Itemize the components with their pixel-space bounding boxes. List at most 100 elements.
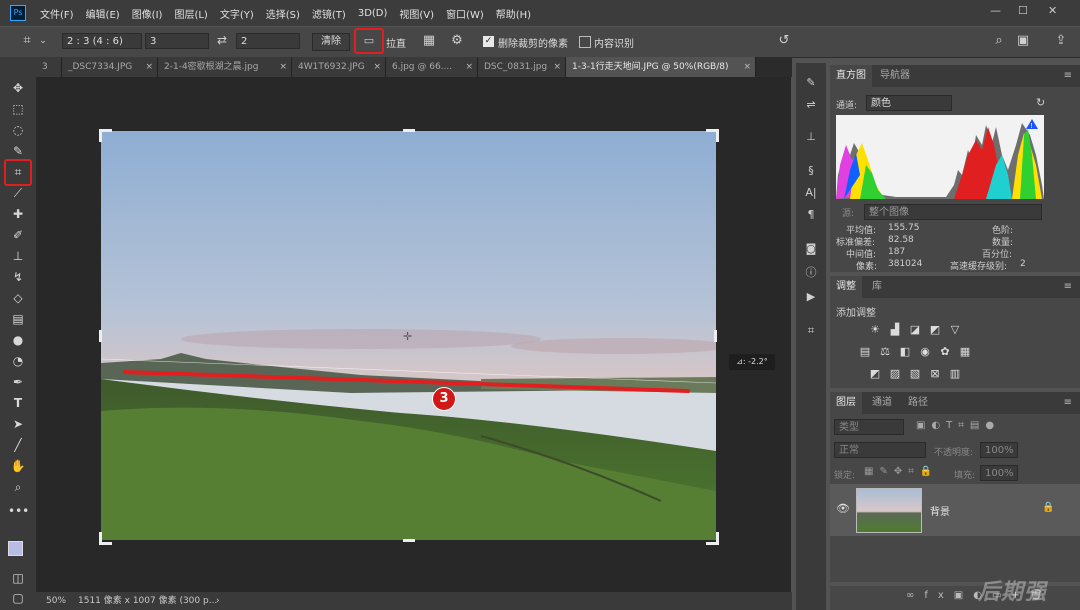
refresh-icon[interactable]: ↻ bbox=[1036, 96, 1045, 109]
clone-source-icon[interactable]: ⊥ bbox=[802, 129, 820, 145]
crop-handle-left[interactable] bbox=[99, 330, 102, 342]
tab-navigator[interactable]: 导航器 bbox=[874, 65, 916, 87]
quick-select-tool-icon[interactable]: ✎ bbox=[8, 142, 28, 160]
tab-libraries[interactable]: 库 bbox=[866, 276, 888, 298]
gear-icon[interactable]: ⚙ bbox=[448, 33, 466, 49]
tab-doc[interactable]: 6.jpg @ 66.... × bbox=[386, 57, 478, 77]
close-tab-icon[interactable]: × bbox=[145, 57, 153, 77]
vibrance-icon[interactable]: ▽ bbox=[948, 324, 962, 336]
pen-tool-icon[interactable]: ✒ bbox=[8, 373, 28, 391]
tab-layers[interactable]: 图层 bbox=[830, 392, 862, 414]
crop-handle-bottom-left[interactable] bbox=[99, 532, 112, 545]
gradient-tool-icon[interactable]: ▤ bbox=[8, 310, 28, 328]
curves-icon[interactable]: ◪ bbox=[908, 324, 922, 336]
menu-filter[interactable]: 滤镜(T) bbox=[312, 6, 346, 21]
share-icon[interactable]: ⇪ bbox=[1052, 33, 1070, 49]
close-tab-icon[interactable]: × bbox=[465, 57, 473, 77]
line-tool-icon[interactable]: ╱ bbox=[8, 436, 28, 454]
menu-help[interactable]: 帮助(H) bbox=[496, 6, 531, 21]
menu-image[interactable]: 图像(I) bbox=[132, 6, 163, 21]
brightness-icon[interactable]: ☀ bbox=[868, 324, 882, 336]
tool-presets-icon[interactable]: ⌗ bbox=[802, 323, 820, 339]
tab-histogram[interactable]: 直方图 bbox=[830, 65, 872, 87]
crop-handle-bottom[interactable] bbox=[403, 539, 415, 542]
search-icon[interactable]: ⌕ bbox=[990, 33, 1008, 49]
paragraph-icon[interactable]: ¶ bbox=[802, 207, 820, 223]
color-lookup-icon[interactable]: ▦ bbox=[958, 346, 972, 358]
hue-saturation-icon[interactable]: ▤ bbox=[858, 346, 872, 358]
tab-paths[interactable]: 路径 bbox=[902, 392, 934, 414]
path-select-icon[interactable]: ➤ bbox=[8, 415, 28, 433]
menu-view[interactable]: 视图(V) bbox=[399, 6, 434, 21]
tab-doc[interactable]: DSC_0831.jpg × bbox=[478, 57, 566, 77]
blend-mode-select[interactable]: 正常 bbox=[834, 442, 926, 458]
panel-menu-icon[interactable]: ≡ bbox=[1064, 281, 1072, 292]
crop-handle-bottom-right[interactable] bbox=[706, 532, 719, 545]
close-tab-icon[interactable]: × bbox=[373, 57, 381, 77]
chevron-down-icon[interactable]: ⌄ bbox=[38, 33, 48, 49]
lasso-tool-icon[interactable]: ◌ bbox=[8, 121, 28, 139]
tab-doc[interactable]: 4W1T6932.JPG × bbox=[292, 57, 386, 77]
tab-adjustments[interactable]: 调整 bbox=[830, 276, 862, 298]
menu-type[interactable]: 文字(Y) bbox=[220, 6, 254, 21]
screen-mode-icon[interactable]: ▢ bbox=[8, 589, 28, 607]
fill-field[interactable]: 100% bbox=[980, 465, 1018, 481]
black-white-icon[interactable]: ◧ bbox=[898, 346, 912, 358]
zoom-level[interactable]: 50% bbox=[46, 592, 66, 610]
tab-doc[interactable]: _DSC7334.JPG × bbox=[62, 57, 158, 77]
posterize-icon[interactable]: ▨ bbox=[888, 368, 902, 380]
maximize-icon[interactable]: ☐ bbox=[1018, 4, 1028, 17]
hand-tool-icon[interactable]: ✋ bbox=[8, 457, 28, 475]
ratio-select[interactable]: 2 : 3 (4 : 6) bbox=[62, 33, 142, 49]
reset-icon[interactable]: ↺ bbox=[774, 33, 794, 49]
overlay-grid-icon[interactable]: ▦ bbox=[420, 33, 438, 49]
menu-select[interactable]: 选择(S) bbox=[266, 6, 300, 21]
history-brush-icon[interactable]: ↯ bbox=[8, 268, 28, 286]
layer-kind-filter[interactable]: 类型 bbox=[834, 419, 904, 435]
marquee-tool-icon[interactable]: ⬚ bbox=[8, 100, 28, 118]
tab-doc[interactable]: 3 bbox=[36, 57, 62, 77]
width-field[interactable]: 3 bbox=[145, 33, 209, 49]
menu-layer[interactable]: 图层(L) bbox=[174, 6, 207, 21]
invert-icon[interactable]: ◩ bbox=[868, 368, 882, 380]
crop-handle-right[interactable] bbox=[714, 330, 717, 342]
exposure-icon[interactable]: ◩ bbox=[928, 324, 942, 336]
brush-settings-icon[interactable]: ✎ bbox=[802, 75, 820, 91]
delete-cropped-checkbox[interactable]: ✓ bbox=[483, 36, 494, 47]
gradient-map-icon[interactable]: ▥ bbox=[948, 368, 962, 380]
tab-channels[interactable]: 通道 bbox=[866, 392, 898, 414]
close-icon[interactable]: ✕ bbox=[1048, 4, 1057, 17]
content-aware-checkbox[interactable] bbox=[579, 36, 591, 48]
menu-edit[interactable]: 编辑(E) bbox=[86, 6, 120, 21]
eye-icon[interactable]: 👁 bbox=[836, 502, 850, 515]
tab-doc[interactable]: 2-1-4密歇根湖之晨.jpg × bbox=[158, 57, 292, 77]
adjust-sliders-icon[interactable]: ⇌ bbox=[802, 97, 820, 113]
straighten-icon[interactable]: ▭ bbox=[360, 33, 378, 49]
move-tool-icon[interactable]: ✥ bbox=[8, 79, 28, 97]
tab-active-doc[interactable]: 1-3-1行走天地间.JPG @ 50%(RGB/8) × bbox=[566, 57, 756, 77]
channel-select[interactable]: 颜色 bbox=[866, 95, 952, 111]
brush-tool-icon[interactable]: ✐ bbox=[8, 226, 28, 244]
more-tools-icon[interactable]: ••• bbox=[8, 502, 29, 520]
layer-row[interactable]: 👁 背景 🔒 bbox=[830, 484, 1080, 536]
swap-icon[interactable]: ⇄ bbox=[214, 32, 230, 48]
close-tab-icon[interactable]: × bbox=[279, 57, 287, 77]
foreground-color-swatch[interactable] bbox=[8, 541, 23, 556]
workspace-icon[interactable]: ▣ bbox=[1014, 33, 1032, 49]
opacity-field[interactable]: 100% bbox=[980, 442, 1018, 458]
eraser-tool-icon[interactable]: ◇ bbox=[8, 289, 28, 307]
lock-icons[interactable]: ▦✎✥⌗🔒 bbox=[864, 466, 938, 477]
menu-file[interactable]: 文件(F) bbox=[40, 6, 74, 21]
properties-icon[interactable]: ◙ bbox=[802, 241, 820, 257]
play-icon[interactable]: ▶ bbox=[802, 289, 820, 305]
paragraph-styles-icon[interactable]: § bbox=[802, 163, 820, 179]
close-tab-icon[interactable]: × bbox=[743, 57, 751, 77]
panel-menu-icon[interactable]: ≡ bbox=[1064, 70, 1072, 81]
color-balance-icon[interactable]: ⚖ bbox=[878, 346, 892, 358]
menu-window[interactable]: 窗口(W) bbox=[446, 6, 484, 21]
photo-filter-icon[interactable]: ◉ bbox=[918, 346, 932, 358]
zoom-tool-icon[interactable]: ⌕ bbox=[8, 478, 28, 496]
quick-mask-icon[interactable]: ◫ bbox=[8, 569, 28, 587]
blur-tool-icon[interactable]: ● bbox=[8, 331, 28, 349]
selective-color-icon[interactable]: ⊠ bbox=[928, 368, 942, 380]
